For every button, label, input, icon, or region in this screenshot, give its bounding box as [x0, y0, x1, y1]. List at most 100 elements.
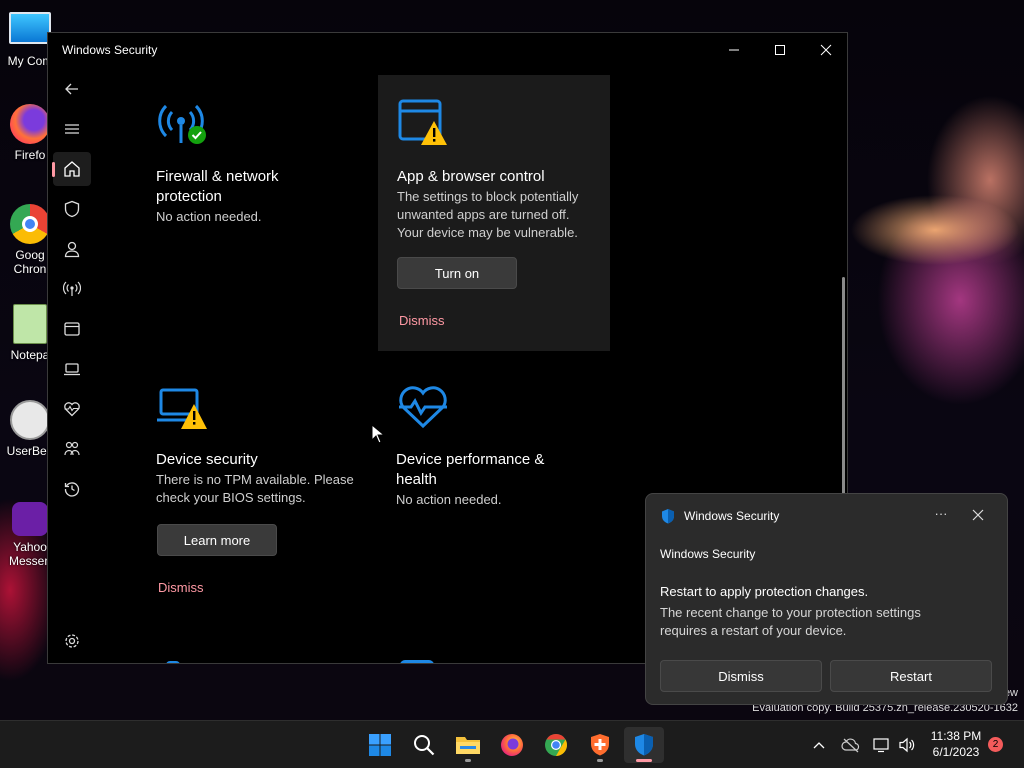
running-indicator — [465, 759, 471, 762]
toast-dismiss-button[interactable]: Dismiss — [660, 660, 822, 692]
heart-pulse-icon — [64, 402, 80, 417]
card-app-browser-control[interactable]: App & browser control The settings to bl… — [378, 75, 610, 351]
tray-volume[interactable] — [895, 733, 919, 757]
chevron-up-icon — [813, 742, 825, 749]
dismiss-link[interactable]: Dismiss — [158, 580, 204, 595]
card-title: Firewall & network — [156, 168, 279, 185]
tray-clock[interactable]: 11:38 PM 6/1/2023 — [925, 728, 987, 760]
toast-restart-button[interactable]: Restart — [830, 660, 992, 692]
taskbar-start-button[interactable] — [360, 727, 400, 763]
hamburger-icon — [65, 124, 79, 134]
toast-subtitle: Windows Security — [660, 547, 756, 561]
taskbar-chrome[interactable] — [536, 727, 576, 763]
notepad-icon — [13, 304, 47, 344]
laptop-icon — [64, 363, 80, 376]
maximize-button[interactable] — [757, 33, 803, 67]
heart-pulse-icon — [399, 386, 447, 429]
tray-show-hidden-icons[interactable] — [807, 733, 831, 757]
toast-close-button[interactable] — [972, 508, 984, 526]
toast-heading: Restart to apply protection changes. — [660, 584, 869, 599]
nav-item-protection-history[interactable] — [53, 472, 91, 506]
card-title: Device performance & — [396, 451, 545, 468]
card-description-line2: check your BIOS settings. — [156, 490, 306, 505]
title-bar[interactable]: Windows Security — [48, 33, 847, 67]
taskbar-file-explorer[interactable] — [448, 727, 488, 763]
network-icon — [873, 738, 889, 753]
close-icon — [820, 44, 832, 56]
taskbar: 11:38 PM 6/1/2023 2 — [0, 720, 1024, 768]
nav-item-settings[interactable] — [53, 624, 91, 658]
laptop-warning-icon — [157, 388, 207, 429]
mouse-cursor-icon — [371, 424, 383, 444]
navigation-rail — [48, 67, 96, 663]
computer-icon — [9, 12, 51, 44]
windows-security-shield-icon — [662, 509, 674, 524]
taskbar-windows-security[interactable] — [624, 727, 664, 763]
card-description-line2: unwanted apps are turned off. — [397, 207, 570, 222]
speaker-icon — [899, 737, 915, 753]
card-title-line2: protection — [156, 188, 222, 205]
firewall-antenna-icon — [158, 104, 206, 144]
card-description: No action needed. — [396, 492, 502, 507]
dismiss-link[interactable]: Dismiss — [399, 313, 445, 328]
search-icon — [414, 735, 435, 756]
nav-item-app-browser[interactable] — [53, 312, 91, 346]
card-title: Device security — [156, 451, 258, 468]
close-icon — [972, 509, 984, 521]
chrome-icon — [10, 204, 50, 244]
card-device-performance[interactable]: Device performance & health No action ne… — [378, 359, 610, 635]
back-button[interactable] — [53, 72, 91, 106]
card-description-line3: Your device may be vulnerable. — [397, 225, 578, 240]
nav-item-home[interactable] — [52, 152, 91, 186]
back-arrow-icon — [65, 83, 78, 95]
turn-on-button[interactable]: Turn on — [397, 257, 517, 289]
home-icon — [64, 161, 80, 177]
folder-icon — [456, 737, 480, 754]
chrome-icon — [545, 734, 567, 756]
taskbar-shield-app[interactable] — [580, 727, 620, 763]
minimize-button[interactable] — [711, 33, 757, 67]
clock-time: 11:38 PM — [930, 729, 982, 743]
yahoo-messenger-icon — [12, 502, 48, 536]
nav-item-device-performance[interactable] — [53, 392, 91, 426]
history-icon — [64, 482, 80, 497]
notification-badge[interactable]: 2 — [988, 737, 1003, 752]
minimize-icon — [729, 49, 739, 51]
taskbar-search-button[interactable] — [404, 727, 444, 763]
next-card-icon-partial — [400, 660, 434, 663]
shield-plus-icon — [591, 734, 609, 756]
card-title: App & browser control — [397, 168, 545, 185]
tray-network[interactable] — [870, 733, 894, 757]
scrollbar-thumb[interactable] — [842, 277, 845, 497]
more-options-button[interactable]: ··· — [930, 506, 952, 526]
taskbar-firefox[interactable] — [492, 727, 532, 763]
toast-body-line2: requires a restart of your device. — [660, 623, 847, 638]
next-card-icon-partial — [166, 661, 180, 663]
card-description-line1: The settings to block potentially — [397, 189, 579, 204]
tray-cloud[interactable] — [839, 733, 863, 757]
running-indicator — [636, 759, 652, 762]
toast-app-name: Windows Security — [684, 509, 780, 523]
notification-toast[interactable]: Windows Security ··· Windows Security Re… — [645, 493, 1008, 705]
maximize-icon — [775, 45, 785, 55]
card-description-line1: There is no TPM available. Please — [156, 472, 354, 487]
nav-item-account-protection[interactable] — [53, 232, 91, 266]
app-window-icon — [64, 322, 80, 336]
antenna-icon — [63, 281, 81, 296]
card-device-security[interactable]: Device security There is no TPM availabl… — [137, 359, 369, 635]
nav-item-family-options[interactable] — [53, 432, 91, 466]
menu-button[interactable] — [53, 112, 91, 146]
nav-item-virus-protection[interactable] — [53, 192, 91, 226]
close-button[interactable] — [803, 33, 847, 67]
windows-start-icon — [369, 734, 391, 756]
nav-item-firewall[interactable] — [53, 272, 91, 306]
learn-more-button[interactable]: Learn more — [157, 524, 277, 556]
firefox-icon — [501, 734, 523, 756]
cloud-offline-icon — [841, 738, 860, 753]
window-title: Windows Security — [62, 43, 158, 57]
card-title-line2: health — [396, 471, 437, 488]
card-firewall[interactable]: Firewall & network protection No action … — [137, 75, 369, 351]
toast-body: The recent change to your protection set… — [660, 604, 921, 640]
nav-item-device-security[interactable] — [53, 352, 91, 386]
firefox-icon — [10, 104, 50, 144]
